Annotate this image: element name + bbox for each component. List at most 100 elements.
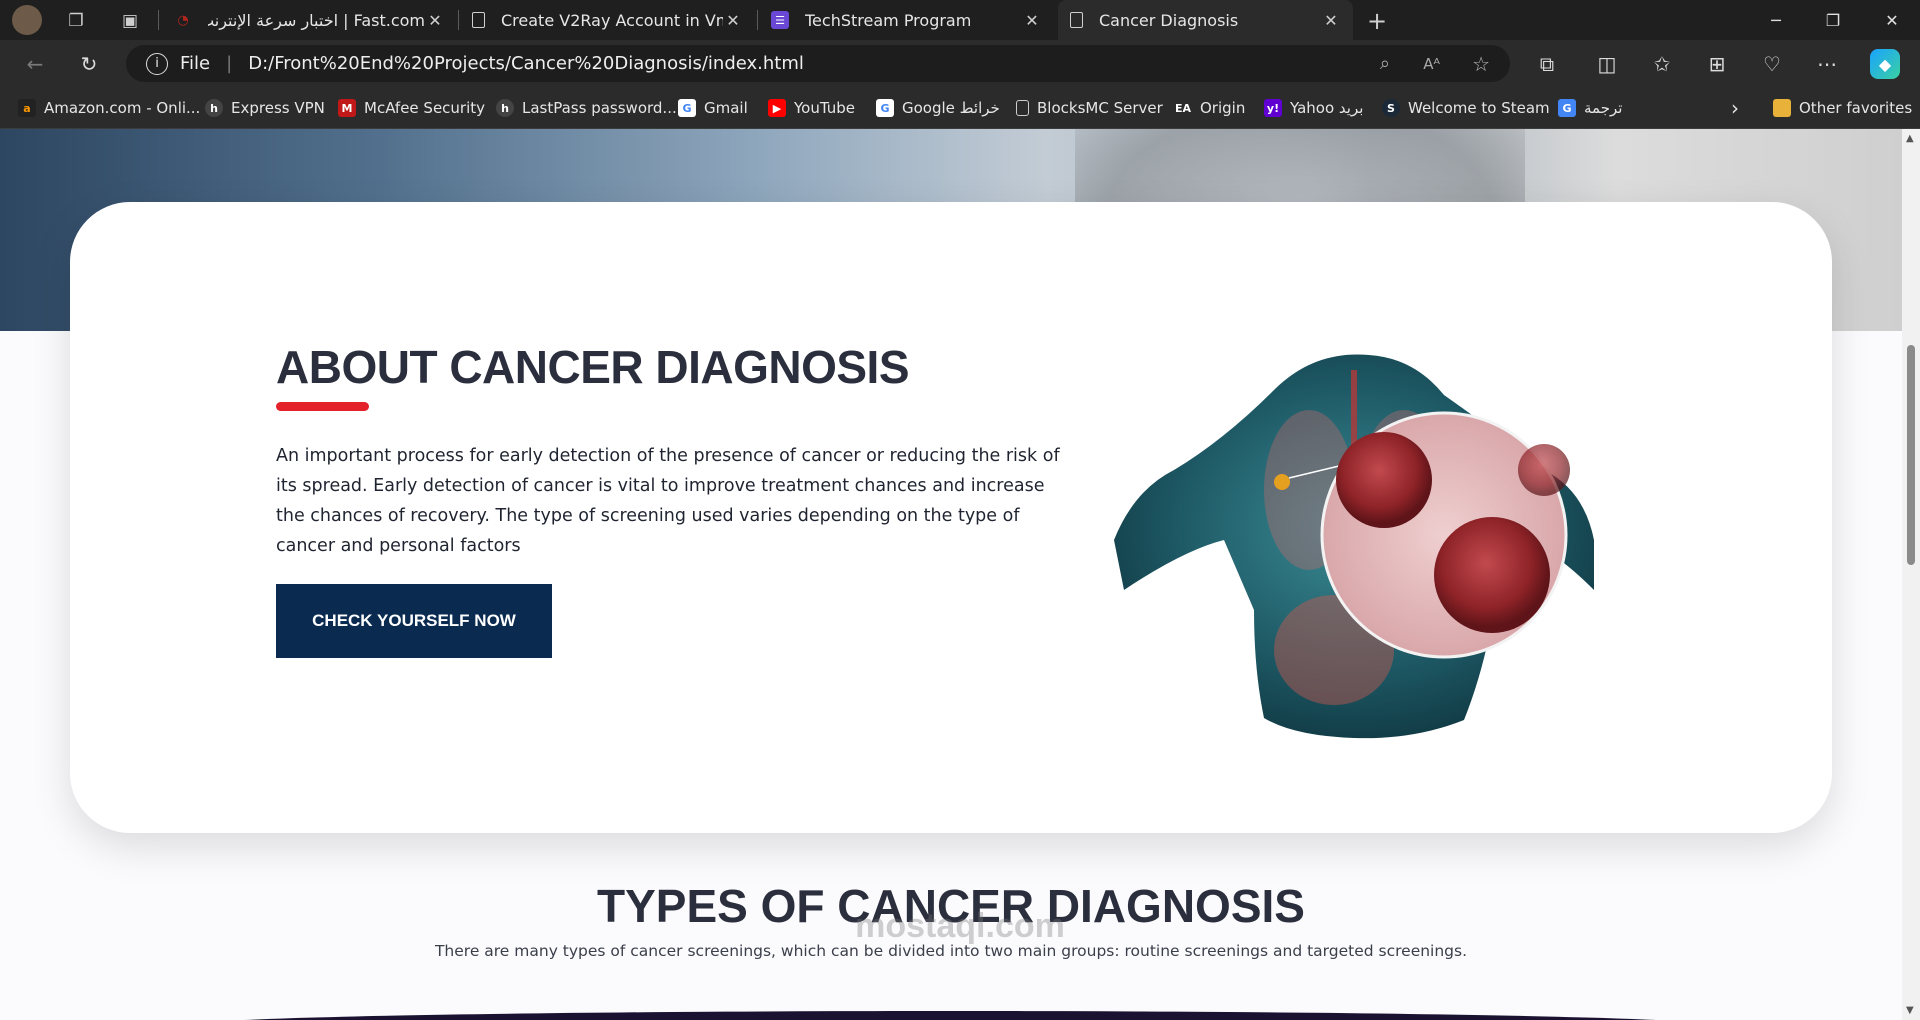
refresh-icon[interactable]: ↻ [74,49,104,79]
google-icon: G [678,99,696,117]
bookmark-google-maps[interactable]: G Google خرائط [876,96,1000,120]
bookmark-label: Yahoo بريد [1290,99,1364,117]
restore-icon[interactable]: ❐ [1805,0,1861,40]
bookmark-mcafee[interactable]: M McAfee Security [338,96,485,120]
mostaql-watermark: mostaql.com [855,907,1065,945]
minimize-icon[interactable]: ─ [1748,0,1804,40]
close-icon[interactable]: ✕ [1321,11,1341,30]
cancer-cell [1518,444,1570,496]
next-section-edge [180,1011,1720,1020]
bookmarks-bar: a Amazon.com - Onli... h Express VPN M McAf… [0,87,1920,129]
tab-title: Fast.com | اختبار سرعة الإنترنت [208,10,425,30]
ea-icon: EA [1174,101,1192,115]
about-title: ABOUT CANCER DIAGNOSIS [276,341,910,393]
about-description: An important process for early detection… [276,446,1060,556]
tab-title: TechStream Program [805,10,972,30]
address-bar[interactable]: i File | D:/Front%20End%20Projects/Cance… [126,45,1510,82]
tab-v2ray[interactable]: Create V2Ray Account in Vmess ✕ [460,0,755,40]
cancer-cells-illustration [1114,354,1594,739]
check-yourself-now-button[interactable]: CHECK YOURSELF NOW [276,584,552,658]
tab-separator [158,10,159,30]
favorite-star-icon[interactable]: ☆ [1472,52,1490,76]
page-scrollbar[interactable]: ▲ ▼ [1902,129,1920,1020]
scroll-down-arrow-icon[interactable]: ▼ [1906,1005,1914,1016]
bookmark-translate[interactable]: G ترجمة [1558,96,1622,120]
scrollbar-thumb[interactable] [1907,345,1915,565]
bookmark-label: Welcome to Steam [1408,99,1550,117]
window-close-icon[interactable]: ✕ [1864,0,1920,40]
tab-separator [458,10,459,30]
title-underline-accent [276,402,369,411]
bookmark-expressvpn[interactable]: h Express VPN [205,96,325,120]
hp-icon: h [205,99,223,117]
bookmark-lastpass[interactable]: h LastPass password... [496,96,677,120]
info-icon[interactable]: i [146,52,168,75]
extensions-icon[interactable]: ⧉ [1532,49,1562,79]
fast-speedometer-icon: ◔ [177,12,189,28]
bookmarks-overflow-chevron-icon[interactable]: › [1731,96,1739,120]
tab-cancer-diagnosis[interactable]: Cancer Diagnosis ✕ [1058,0,1353,40]
bookmark-amazon[interactable]: a Amazon.com - Onli... [18,96,200,120]
yahoo-icon: y! [1264,99,1282,117]
bookmark-label: BlocksMC Server [1037,99,1163,117]
workspaces-icon[interactable]: ❐ [63,8,89,34]
tab-strip: ❐ ▣ ◔ Fast.com | اختبار سرعة الإنترنت ✕ … [0,0,1920,40]
close-icon[interactable]: ✕ [425,11,445,30]
tab-title: Create V2Ray Account in Vmess [501,10,723,30]
steam-icon: S [1382,99,1400,117]
url-text[interactable]: D:/Front%20End%20Projects/Cancer%20Diagn… [248,53,804,74]
new-tab-plus-icon[interactable]: + [1364,7,1390,35]
bookmark-label: ترجمة [1584,99,1623,117]
amazon-icon: a [18,99,36,117]
tab-title: Cancer Diagnosis [1099,10,1239,30]
read-aloud-icon[interactable]: Aᴬ [1423,55,1440,73]
bookmark-gmail[interactable]: G Gmail [678,96,748,120]
bookmark-label: Express VPN [231,99,325,117]
bookmark-blocksmc[interactable]: BlocksMC Server [1016,96,1163,120]
bookmark-origin[interactable]: EA Origin [1174,96,1245,120]
translate-icon: G [1558,99,1576,117]
browser-essentials-icon[interactable]: ♡ [1757,49,1787,79]
close-icon[interactable]: ✕ [1022,11,1042,30]
hp-icon: h [496,99,514,117]
about-card: ABOUT CANCER DIAGNOSIS An important proc… [70,202,1832,833]
profile-avatar[interactable] [12,5,42,35]
bookmark-label: YouTube [794,99,855,117]
list-icon: ☰ [771,11,789,29]
scroll-up-arrow-icon[interactable]: ▲ [1906,133,1914,144]
bookmark-label: Gmail [704,99,748,117]
split-screen-icon[interactable]: ◫ [1592,49,1622,79]
copilot-icon[interactable]: ◆ [1870,49,1900,79]
url-scheme-label: File [180,53,211,74]
tumor-marker [1274,474,1290,490]
cancer-cell [1336,432,1432,528]
favorites-icon[interactable]: ✩ [1647,49,1677,79]
back-arrow-icon[interactable]: ← [20,49,50,79]
page-icon [472,12,485,28]
bookmark-label: Google خرائط [902,99,1000,117]
bookmark-label: LastPass password... [522,99,677,117]
bookmark-yahoo[interactable]: y! Yahoo بريد [1264,96,1363,120]
vertical-tabs-icon[interactable]: ▣ [117,8,143,34]
folder-icon [1773,99,1791,117]
bookmark-steam[interactable]: S Welcome to Steam [1382,96,1550,120]
mcafee-icon: M [338,99,356,117]
page-icon [1016,100,1029,116]
navigation-bar: ← ↻ i File | D:/Front%20End%20Projects/C… [0,40,1920,87]
more-menu-icon[interactable]: ⋯ [1812,49,1842,79]
bookmark-label: Amazon.com - Onli... [44,99,201,117]
other-favorites[interactable]: Other favorites [1773,96,1912,120]
tab-fast[interactable]: ◔ Fast.com | اختبار سرعة الإنترنت ✕ [162,0,457,40]
close-icon[interactable]: ✕ [723,11,743,30]
browser-chrome: ❐ ▣ ◔ Fast.com | اختبار سرعة الإنترنت ✕ … [0,0,1920,129]
youtube-icon: ▶ [768,99,786,117]
zoom-icon[interactable]: ⌕ [1380,53,1390,74]
tab-techstream[interactable]: ☰ TechStream Program ✕ [759,0,1054,40]
url-divider: | [226,53,233,74]
cancer-cell [1434,517,1550,633]
bookmark-youtube[interactable]: ▶ YouTube [768,96,855,120]
tab-separator [757,10,758,30]
bookmark-label: Origin [1200,99,1246,117]
collections-icon[interactable]: ⊞ [1702,49,1732,79]
google-icon: G [876,99,894,117]
